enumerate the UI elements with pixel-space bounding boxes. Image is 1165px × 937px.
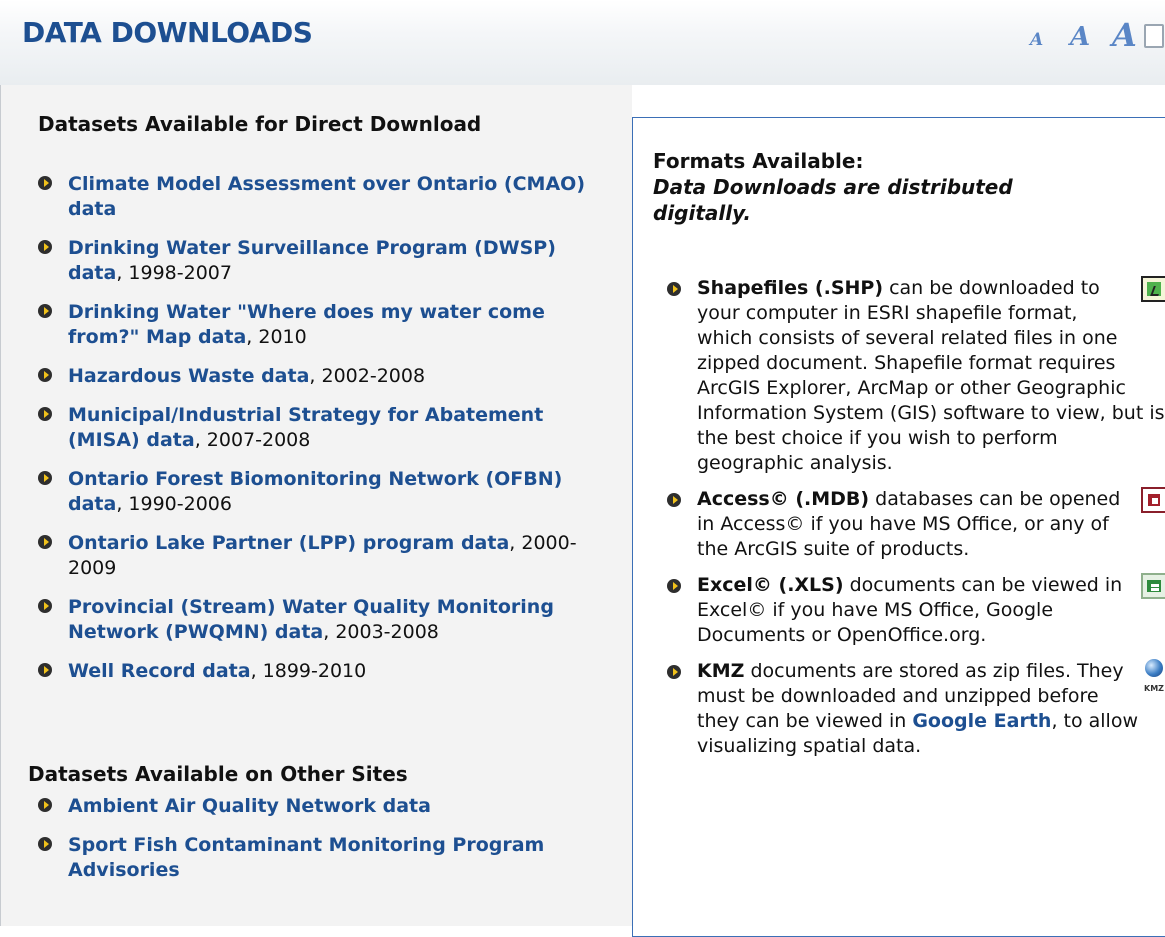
page-title: DATA DOWNLOADS: [22, 16, 313, 49]
other-sites-heading: Datasets Available on Other Sites: [28, 762, 408, 786]
arrow-bullet-icon: [667, 493, 681, 507]
direct-download-list: Climate Model Assessment over Ontario (C…: [38, 172, 608, 684]
other-sites-list: Ambient Air Quality Network data Sport F…: [38, 794, 558, 883]
arrow-bullet-icon: [667, 579, 681, 593]
list-item: Municipal/Industrial Strategy for Abatem…: [38, 403, 608, 453]
arrow-bullet-icon: [38, 535, 52, 549]
arrow-bullet-icon: [38, 407, 52, 421]
formats-panel: Formats Available: Data Downloads are di…: [632, 117, 1165, 937]
access-icon: [1141, 487, 1165, 513]
date-range: , 1998-2007: [116, 262, 232, 284]
kmz-icon: KMZ: [1141, 659, 1165, 693]
format-item-shp: Shapefiles (.SHP) can be downloaded to y…: [667, 276, 1165, 476]
date-range: , 1990-2006: [116, 493, 232, 515]
format-name: KMZ: [697, 660, 745, 682]
dataset-link[interactable]: Hazardous Waste data: [68, 365, 309, 387]
arrow-bullet-icon: [38, 176, 52, 190]
page-header: DATA DOWNLOADS A A A: [0, 0, 1165, 85]
direct-download-heading: Datasets Available for Direct Download: [38, 112, 482, 136]
dataset-link[interactable]: Climate Model Assessment over Ontario (C…: [68, 173, 585, 220]
list-item: Climate Model Assessment over Ontario (C…: [38, 172, 608, 222]
list-item: Ambient Air Quality Network data: [38, 794, 558, 819]
list-item: Hazardous Waste data, 2002-2008: [38, 364, 608, 389]
kmz-icon-label: KMZ: [1144, 684, 1164, 693]
formats-list: Shapefiles (.SHP) can be downloaded to y…: [667, 276, 1165, 759]
arrow-bullet-icon: [38, 471, 52, 485]
external-dataset-link[interactable]: Sport Fish Contaminant Monitoring Progra…: [68, 834, 544, 881]
list-item: Well Record data, 1899-2010: [38, 659, 608, 684]
formats-title: Formats Available:: [653, 149, 864, 173]
globe-icon: [1145, 659, 1163, 677]
column-divider: [0, 85, 1, 926]
datasets-column: Datasets Available for Direct Download C…: [0, 85, 632, 926]
arrow-bullet-icon: [38, 663, 52, 677]
arrow-bullet-icon: [38, 599, 52, 613]
shapefile-icon: [1141, 276, 1165, 302]
text-size-large-button[interactable]: A: [1112, 16, 1137, 54]
dataset-link[interactable]: Provincial (Stream) Water Quality Monito…: [68, 596, 554, 643]
arrow-bullet-icon: [38, 368, 52, 382]
arrow-bullet-icon: [38, 240, 52, 254]
date-range: , 2007-2008: [194, 429, 311, 451]
format-item-kmz: KMZ KMZ documents are stored as zip file…: [667, 659, 1165, 759]
external-dataset-link[interactable]: Ambient Air Quality Network data: [68, 795, 431, 817]
format-item-xls: Excel© (.XLS) documents can be viewed in…: [667, 573, 1165, 648]
format-item-mdb: Access© (.MDB) databases can be opened i…: [667, 487, 1165, 562]
list-item: Ontario Lake Partner (LPP) program data,…: [38, 531, 608, 581]
print-icon[interactable]: [1144, 24, 1164, 48]
list-item: Drinking Water "Where does my water come…: [38, 300, 608, 350]
arrow-bullet-icon: [667, 665, 681, 679]
arrow-bullet-icon: [38, 798, 52, 812]
date-range: , 2002-2008: [309, 365, 426, 387]
format-name: Excel© (.XLS): [697, 574, 844, 596]
dataset-link[interactable]: Well Record data: [68, 660, 251, 682]
text-size-medium-button[interactable]: A: [1070, 22, 1090, 52]
date-range: , 2003-2008: [323, 621, 439, 643]
list-item: Drinking Water Surveillance Program (DWS…: [38, 236, 608, 286]
arrow-bullet-icon: [38, 837, 52, 851]
text-size-small-button[interactable]: A: [1030, 30, 1043, 50]
excel-icon: [1141, 573, 1165, 599]
arrow-bullet-icon: [667, 282, 681, 296]
date-range: , 2010: [246, 326, 307, 348]
formats-subtitle: Data Downloads are distributed digitally…: [653, 175, 1013, 225]
list-item: Ontario Forest Biomonitoring Network (OF…: [38, 467, 608, 517]
date-range: , 1899-2010: [250, 660, 367, 682]
list-item: Provincial (Stream) Water Quality Monito…: [38, 595, 608, 645]
dataset-link[interactable]: Ontario Lake Partner (LPP) program data: [68, 532, 509, 554]
arrow-bullet-icon: [38, 304, 52, 318]
list-item: Sport Fish Contaminant Monitoring Progra…: [38, 833, 558, 883]
google-earth-link[interactable]: Google Earth: [912, 710, 1051, 732]
format-name: Access© (.MDB): [697, 488, 870, 510]
format-description: can be downloaded to your computer in ES…: [697, 277, 1165, 474]
format-name: Shapefiles (.SHP): [697, 277, 884, 299]
